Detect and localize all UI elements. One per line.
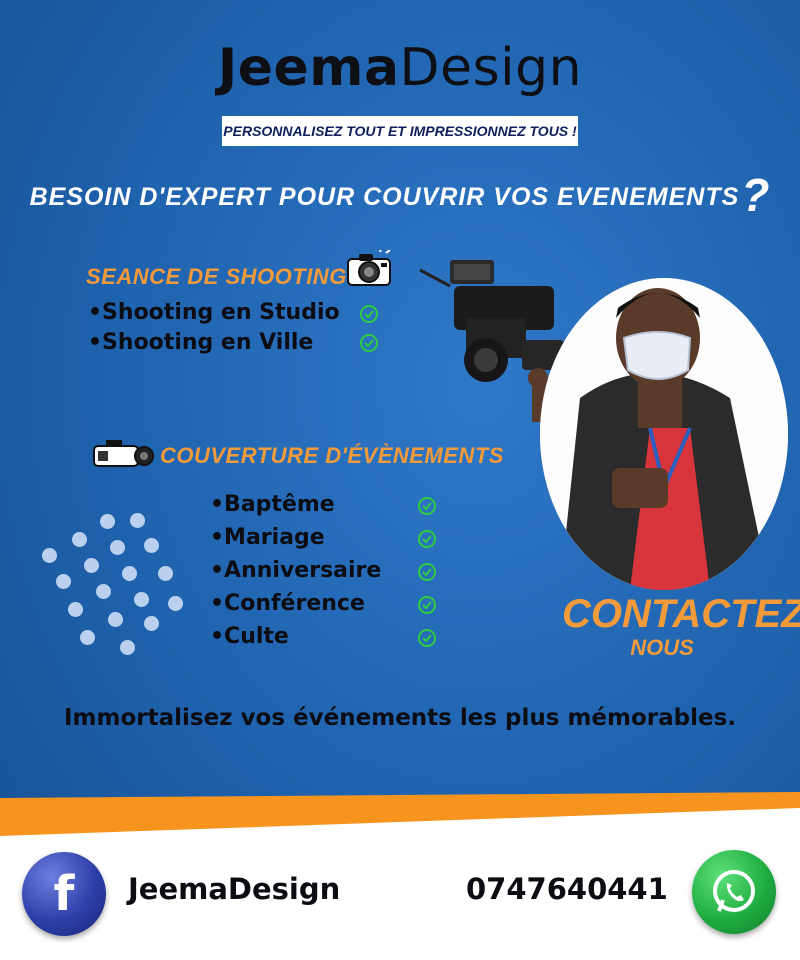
footer-stripe — [0, 792, 800, 960]
flyer: JeemaDesign PERSONNALISEZ TOUT ET IMPRES… — [0, 0, 800, 960]
facebook-page-name[interactable]: JeemaDesign — [128, 872, 340, 906]
list-item: •Mariage — [210, 525, 325, 550]
check-icon — [360, 334, 378, 352]
list-item: •Conférence — [210, 591, 365, 616]
brand-logo-regular: Design — [399, 38, 583, 98]
tagline: PERSONNALISEZ TOUT ET IMPRESSIONNEZ TOUS… — [222, 116, 578, 146]
check-icon — [418, 629, 436, 647]
headline-text: BESOIN D'EXPERT POUR COUVRIR VOS EVENEME… — [29, 183, 740, 211]
camera-icon — [347, 250, 391, 286]
headline-question-mark: ? — [741, 169, 771, 221]
facebook-button[interactable]: f — [22, 852, 106, 936]
list-item: •Baptême — [210, 492, 335, 517]
brand-logo-bold: Jeema — [217, 38, 400, 98]
slogan: Immortalisez vos événements les plus mém… — [63, 705, 737, 731]
contact-callout: CONTACTEZ NOUS — [562, 592, 800, 660]
whatsapp-icon — [713, 870, 755, 912]
list-item: •Anniversaire — [210, 558, 382, 583]
events-title: COUVERTURE D'ÉVÈNEMENTS — [160, 443, 504, 468]
check-icon — [360, 305, 378, 323]
video-camera-icon — [93, 440, 154, 467]
headline: BESOIN D'EXPERT POUR COUVRIR VOS EVENEME… — [0, 168, 800, 222]
check-icon — [418, 497, 436, 515]
check-icon — [418, 563, 436, 581]
whatsapp-button[interactable] — [692, 850, 776, 934]
list-item: •Culte — [210, 624, 289, 649]
shooting-title: SEANCE DE SHOOTING — [86, 264, 347, 289]
list-item: •Shooting en Studio — [88, 300, 340, 325]
list-item: •Shooting en Ville — [88, 330, 314, 355]
contact-line2: NOUS — [630, 635, 694, 660]
person-illustration — [540, 278, 788, 590]
footer — [0, 790, 800, 960]
brand-logo: JeemaDesign — [0, 38, 800, 98]
photo-frame — [540, 278, 788, 590]
phone-number[interactable]: 0747640441 — [466, 872, 668, 906]
check-icon — [418, 530, 436, 548]
check-icon — [418, 596, 436, 614]
contact-line1: CONTACTEZ — [562, 592, 800, 636]
facebook-icon: f — [53, 866, 75, 922]
